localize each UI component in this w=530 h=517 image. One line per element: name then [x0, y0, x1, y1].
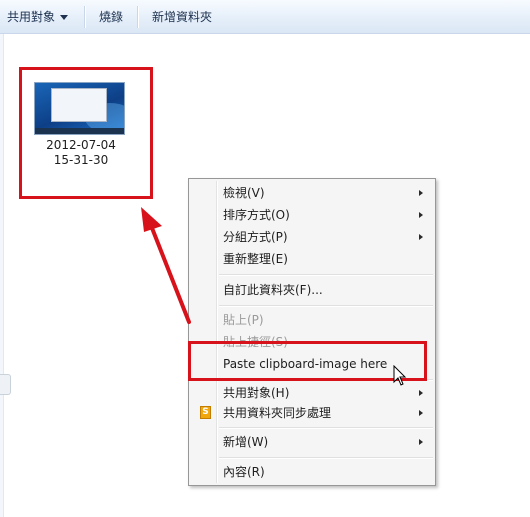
submenu-arrow-icon — [419, 234, 423, 240]
chevron-down-icon — [60, 15, 69, 20]
menu-item-label: 檢視(V) — [223, 186, 265, 200]
menu-item-customize-folder[interactable]: 自訂此資料夾(F)... — [191, 279, 433, 301]
menu-separator — [219, 457, 433, 459]
command-bar: 共用對象 燒錄 新增資料夾 — [0, 0, 530, 34]
share-with-label: 共用對象 — [7, 10, 56, 24]
menu-item-label: 內容(R) — [223, 465, 265, 479]
navigation-pane-edge — [0, 34, 4, 517]
menu-separator — [219, 305, 433, 307]
toolbar-divider — [137, 6, 138, 28]
new-folder-label: 新增資料夾 — [152, 10, 213, 24]
submenu-arrow-icon — [419, 390, 423, 396]
menu-item-label: 共用資料夾同步處理 — [223, 406, 332, 420]
burn-label: 燒錄 — [99, 10, 124, 24]
file-highlight-box — [19, 67, 153, 199]
menu-item-shared-folder-sync[interactable]: S 共用資料夾同步處理 — [191, 402, 433, 424]
burn-button[interactable]: 燒錄 — [99, 9, 123, 25]
menu-item-label: 自訂此資料夾(F)... — [223, 283, 323, 297]
menu-item-new[interactable]: 新增(W) — [191, 431, 433, 453]
menu-item-label: 分組方式(P) — [223, 230, 288, 244]
menu-item-label: 貼上(P) — [223, 313, 264, 327]
menu-item-label: 共用對象(H) — [223, 386, 290, 400]
menu-item-label: 排序方式(O) — [223, 208, 290, 222]
menu-item-group-by[interactable]: 分組方式(P) — [191, 226, 433, 248]
new-folder-button[interactable]: 新增資料夾 — [152, 9, 212, 25]
menu-item-label: 重新整理(E) — [223, 252, 288, 266]
menu-item-paste: 貼上(P) — [191, 309, 433, 331]
menu-item-label: 新增(W) — [223, 435, 269, 449]
pane-splitter-handle[interactable] — [0, 374, 11, 395]
menu-item-sort-by[interactable]: 排序方式(O) — [191, 204, 433, 226]
toolbar-divider — [84, 6, 85, 28]
submenu-arrow-icon — [419, 410, 423, 416]
arrow-shaft — [150, 226, 191, 324]
arrow-head — [141, 207, 162, 232]
submenu-arrow-icon — [419, 439, 423, 445]
submenu-arrow-icon — [419, 190, 423, 196]
menu-item-refresh[interactable]: 重新整理(E) — [191, 248, 433, 270]
menu-item-view[interactable]: 檢視(V) — [191, 182, 433, 204]
menu-separator — [219, 274, 433, 276]
menu-item-highlight-box — [188, 341, 427, 381]
menu-item-properties[interactable]: 內容(R) — [191, 461, 433, 483]
share-with-button[interactable]: 共用對象 — [7, 9, 69, 25]
context-menu: 檢視(V) 排序方式(O) 分組方式(P) 重新整理(E) 自訂此資料夾(F).… — [188, 178, 436, 486]
sync-folder-icon: S — [200, 406, 211, 419]
submenu-arrow-icon — [419, 212, 423, 218]
menu-separator — [219, 427, 433, 429]
mouse-pointer-icon — [393, 365, 407, 386]
